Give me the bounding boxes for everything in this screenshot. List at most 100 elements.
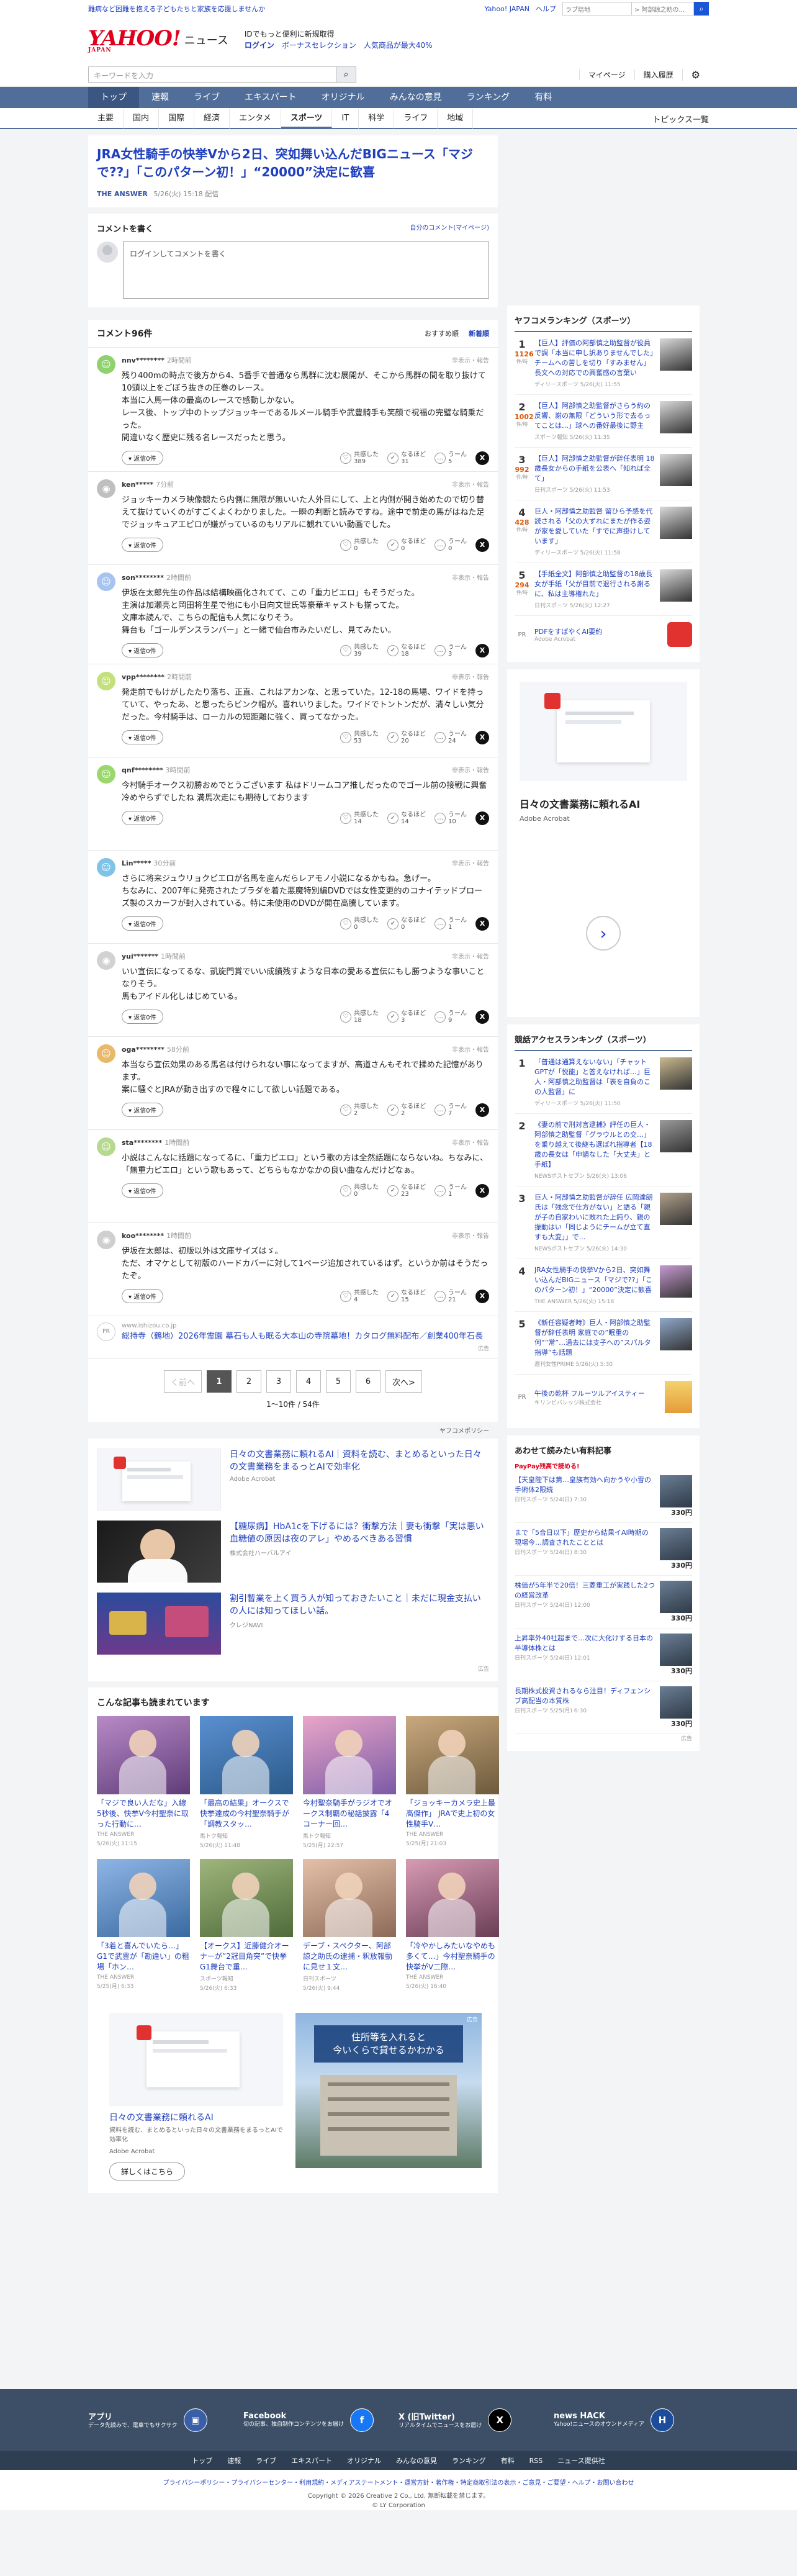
x-logo-icon[interactable]: X [475, 1010, 489, 1024]
ranking-sponsor[interactable]: PR PDFをすばやくAI要約 Adobe Acrobat [515, 616, 692, 653]
ad-row[interactable]: 【糖尿病】HbA1cを下げるには？衝撃方法｜妻も衝撃「実は悪い血糖値の原因は夜の… [97, 1521, 489, 1583]
report-link[interactable]: 非表示・報告 [452, 355, 489, 365]
reaction-0[interactable]: ♡ 共感した 53 [340, 731, 379, 744]
comment-avatar[interactable]: ☺ [97, 355, 115, 374]
purchase-history-link[interactable]: 購入履歴 [634, 69, 682, 80]
reaction-2[interactable]: … うーん 1 [435, 917, 467, 931]
comment-user[interactable]: koo******** [122, 1232, 164, 1240]
reaction-2[interactable]: … うーん 0 [435, 538, 467, 552]
reaction-1[interactable]: ✓ なるほど 23 [387, 1184, 426, 1198]
reaction-0[interactable]: ♡ 共感した 39 [340, 644, 379, 658]
paid-article[interactable]: 長期株式投資されるなら注目！ディフェンシブ高配当の本質株 日刊スポーツ 5/25(… [515, 1681, 692, 1734]
x-logo-icon[interactable]: X [475, 643, 489, 658]
footer-nav-1[interactable]: 速報 [227, 2456, 241, 2465]
topics-list-link[interactable]: トピックス一覧 [652, 113, 709, 125]
search-icon[interactable]: ⌕ [694, 2, 709, 16]
ranking-title[interactable]: 【手紙全文】阿部慎之助監督の18歳長女が手紙「父が目前で退行される謝るに、私は主… [534, 569, 655, 599]
related-article[interactable]: 【オークス】近藤健介オーナーが”2冠目角突”で快挙 G1舞台で重… スポーツ報知 5… [200, 1859, 293, 1992]
footer-nav-4[interactable]: オリジナル [347, 2456, 381, 2465]
reaction-2[interactable]: … うーん 5 [435, 451, 467, 465]
comment-avatar[interactable]: ◉ [97, 479, 115, 498]
reaction-0[interactable]: ♡ 共感した 0 [340, 917, 379, 931]
article-source[interactable]: THE ANSWER [97, 190, 148, 198]
comment-avatar[interactable]: ◉ [97, 951, 115, 970]
search-input[interactable]: キーワードを入力 [88, 66, 336, 83]
comment-avatar[interactable]: ☺ [97, 1044, 115, 1063]
related-title[interactable]: デーブ・スペクター、阿部諒之助氏の逮捕・釈放報動に見せ１文… [303, 1941, 396, 1973]
related-title[interactable]: 「マジで良い人だな」入線5秒後、快挙V今村聖奈に取った行動に… [97, 1798, 190, 1830]
related-article[interactable]: 今村聖奈騎手がラジオでオークス制覇の秘話披露「4コーナー回… 馬トク報知 5/25(… [303, 1716, 396, 1849]
subnav-tab-4[interactable]: エンタメ [230, 109, 281, 129]
access-title[interactable]: 巨人・阿部慎之助監督が辞任 広岡達朗氏は「残念で仕方がない」と語る「親が子の自家… [534, 1193, 655, 1242]
access-item[interactable]: 4 JRA女性騎手の快挙Vから2日、突如舞い込んだBIGニュース「マジで??」「こ… [515, 1259, 692, 1312]
x-logo-icon[interactable]: X [475, 538, 489, 552]
pager-page-1[interactable]: 1 [207, 1370, 232, 1393]
related-article[interactable]: 「3着と喜んでいたら…」G1で武豊が「勘違い」の粗場「ホン… THE ANSWER… [97, 1859, 190, 1992]
pager-next[interactable]: 次へ> [385, 1370, 422, 1393]
subnav-tab-5[interactable]: スポーツ [281, 109, 333, 129]
bottom-ad-banner[interactable]: 住所等を入れると 今いくらで貸せるかわかる 広告 [295, 2013, 482, 2168]
reply-button[interactable]: ▾ 返信0件 [122, 1010, 163, 1024]
report-link[interactable]: 非表示・報告 [452, 572, 489, 582]
nav-tab-7[interactable]: 有料 [522, 87, 564, 108]
reaction-0[interactable]: ♡ 共感した 0 [340, 538, 379, 552]
ranking-title[interactable]: 【巨人】評価の阿部慎之助監督が役員で調「本当に申し訳ありませんでした」チームへの… [534, 338, 655, 378]
related-article[interactable]: 「マジで良い人だな」入線5秒後、快挙V今村聖奈に取った行動に… THE ANSWE… [97, 1716, 190, 1849]
bottom-ad-headline[interactable]: 日々の文書業務に頼れるAI [109, 2111, 283, 2123]
ad-headline[interactable]: 【糖尿病】HbA1cを下げるには？衝撃方法｜妻も衝撃「実は悪い血糖値の原因は夜の… [230, 1521, 489, 1545]
report-link[interactable]: 非表示・報告 [452, 951, 489, 961]
reaction-1[interactable]: ✓ なるほど 2 [387, 1103, 426, 1117]
ranking-item[interactable]: 3 992 件/時 【巨人】阿部慎之助監督が辞任表明 18歳長女からの手紙を公表へ「知… [515, 448, 692, 500]
reply-button[interactable]: ▾ 返信0件 [122, 730, 163, 744]
report-link[interactable]: 非表示・報告 [452, 1044, 489, 1054]
comment-textarea[interactable]: ログインしてコメントを書く [123, 242, 489, 299]
mypage-link[interactable]: マイページ [579, 69, 634, 80]
pager-page-2[interactable]: 2 [236, 1370, 262, 1393]
reply-button[interactable]: ▾ 返信0件 [122, 451, 163, 465]
footer-nav-8[interactable]: RSS [529, 2457, 543, 2465]
section-name[interactable]: ニュース [184, 32, 228, 48]
ad-headline[interactable]: 割引暫業を上く買う人が知っておきたいこと｜未だに現金支払いの人には知ってほしい話… [230, 1593, 489, 1617]
nav-tab-4[interactable]: オリジナル [309, 87, 377, 108]
article-title[interactable]: JRA女性騎手の快挙Vから2日、突如舞い込んだBIGニュース「マジで??」「この… [97, 145, 489, 181]
yahoo-japan-link[interactable]: Yahoo! JAPAN [484, 5, 529, 13]
paid-article-title[interactable]: まで「5合日以下」歴史から結果イAI時期の現場今…調査されたこととは [515, 1528, 655, 1548]
reaction-1[interactable]: ✓ なるほど 18 [387, 644, 426, 658]
reaction-1[interactable]: ✓ なるほど 14 [387, 811, 426, 825]
access-item[interactable]: 2 《妻の前で刑対言逮捕》評任の巨人・阿部慎之助監督「グラウルとの交…」を乗り越え… [515, 1114, 692, 1186]
access-title[interactable]: 《新任容疑者時》巨人・阿部慎之助監督が辞任表明 家庭での”眠重の何””常”…過去… [534, 1318, 655, 1358]
reaction-0[interactable]: ♡ 共感した 18 [340, 1010, 379, 1024]
x-logo-icon[interactable]: X [475, 1183, 489, 1198]
related-title[interactable]: 今村聖奈騎手がラジオでオークス制覇の秘話披露「4コーナー回… [303, 1798, 396, 1830]
reaction-2[interactable]: … うーん 9 [435, 1010, 467, 1024]
ranking-item[interactable]: 1 1126 件/時 【巨人】評価の阿部慎之助監督が役員で調「本当に申し訳ありませんで… [515, 332, 692, 395]
nav-tab-5[interactable]: みんなの意見 [377, 87, 454, 108]
ad-headline[interactable]: 日々の文書業務に頼れるAI｜資料を読む、まとめるといった日々の文書業務をまるっと… [230, 1448, 489, 1473]
ranking-title[interactable]: 【巨人】阿部慎之助監督がさらう約の反響、謝の無限「どういう形で去るってことは…」… [534, 401, 655, 431]
ad-row[interactable]: 日々の文書業務に頼れるAI｜資料を読む、まとめるといった日々の文書業務をまるっと… [97, 1448, 489, 1511]
reaction-2[interactable]: … うーん 3 [435, 644, 467, 658]
reaction-0[interactable]: ♡ 共感した 4 [340, 1290, 379, 1303]
comment-user[interactable]: qnf******** [122, 766, 163, 774]
pager-page-3[interactable]: 3 [266, 1370, 292, 1393]
help-link[interactable]: ヘルプ [536, 4, 556, 14]
access-title[interactable]: JRA女性騎手の快挙Vから2日、突如舞い込んだBIGニュース「マジで??」「この… [534, 1265, 655, 1295]
top-promo-link[interactable]: 難病など困難を抱える子どもたちと家族を応援しませんか [88, 4, 265, 14]
subnav-tab-7[interactable]: 科学 [359, 109, 395, 129]
related-article[interactable]: 「冷やかしみたいなやめも多くて…」今村聖奈騎手の快挙がV二際… THE ANSWE… [406, 1859, 499, 1992]
footer-nav-2[interactable]: ライブ [256, 2456, 276, 2465]
gear-icon[interactable]: ⚙ [682, 68, 709, 81]
related-article[interactable]: デーブ・スペクター、阿部諒之助氏の逮捕・釈放報動に見せ１文… 日刊スポーツ 5/26… [303, 1859, 396, 1992]
report-link[interactable]: 非表示・報告 [452, 1137, 489, 1147]
reply-button[interactable]: ▾ 返信0件 [122, 538, 163, 552]
paid-article-title[interactable]: 【天皇陛下は第…皇族有効へ向かうや小雪の手術体2限続 [515, 1475, 655, 1495]
footer-item[interactable]: news HACK Yahoo!ニュースのオウンドメディア H [554, 2408, 696, 2432]
reaction-1[interactable]: ✓ なるほど 0 [387, 917, 426, 931]
side-ad[interactable]: 日々の文書業務に頼れるAI Adobe Acrobat › [507, 669, 700, 1017]
access-title[interactable]: 《妻の前で刑対言逮捕》評任の巨人・阿部慎之助監督「グラウルとの交…」を乗り越えて… [534, 1120, 655, 1170]
report-link[interactable]: 非表示・報告 [452, 858, 489, 868]
reaction-0[interactable]: ♡ 共感した 2 [340, 1103, 379, 1117]
paid-article-title[interactable]: 株価が5年半で20倍！三菱重工が実践した2つの経営改革 [515, 1581, 655, 1601]
access-sponsor[interactable]: PR 午後の乾杯 フルーツルアイスティー キリンビバレッジ株式会社 [515, 1375, 692, 1419]
footer-item[interactable]: アプリ データ先読みで、電車でもサクサク ▣ [88, 2408, 231, 2432]
